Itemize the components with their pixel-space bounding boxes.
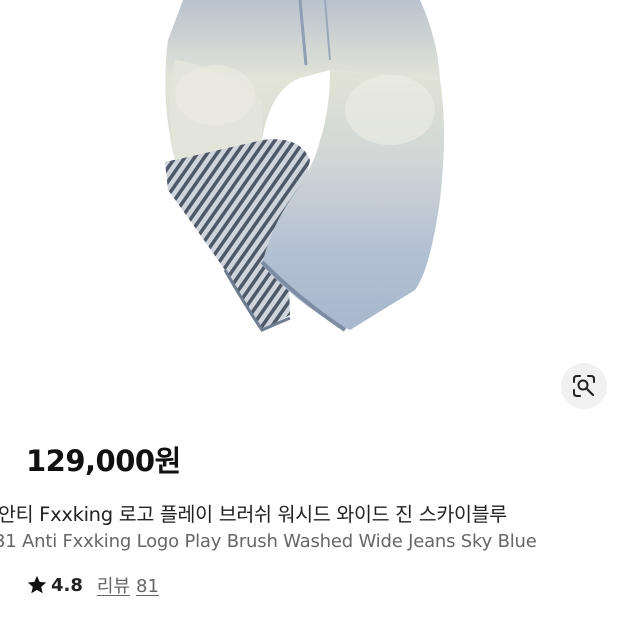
- review-count: 81: [136, 576, 159, 597]
- rating-row: 4.8 리뷰 81: [26, 572, 159, 598]
- product-image[interactable]: [0, 0, 620, 420]
- jeans-illustration: [165, 0, 444, 332]
- visual-search-button[interactable]: [561, 363, 607, 409]
- visual-search-icon: [573, 375, 595, 397]
- product-title-korean: 안티 Fxxking 로고 플레이 브러쉬 워시드 와이드 진 스카이블루: [0, 503, 507, 526]
- review-count-link[interactable]: 리뷰 81: [97, 572, 159, 598]
- product-price: 129,000원: [26, 444, 181, 478]
- product-title-english: 31 Anti Fxxking Logo Play Brush Washed W…: [0, 531, 537, 552]
- rating-value: 4.8: [51, 574, 83, 596]
- star-icon: [27, 575, 47, 594]
- review-label: 리뷰: [96, 576, 131, 597]
